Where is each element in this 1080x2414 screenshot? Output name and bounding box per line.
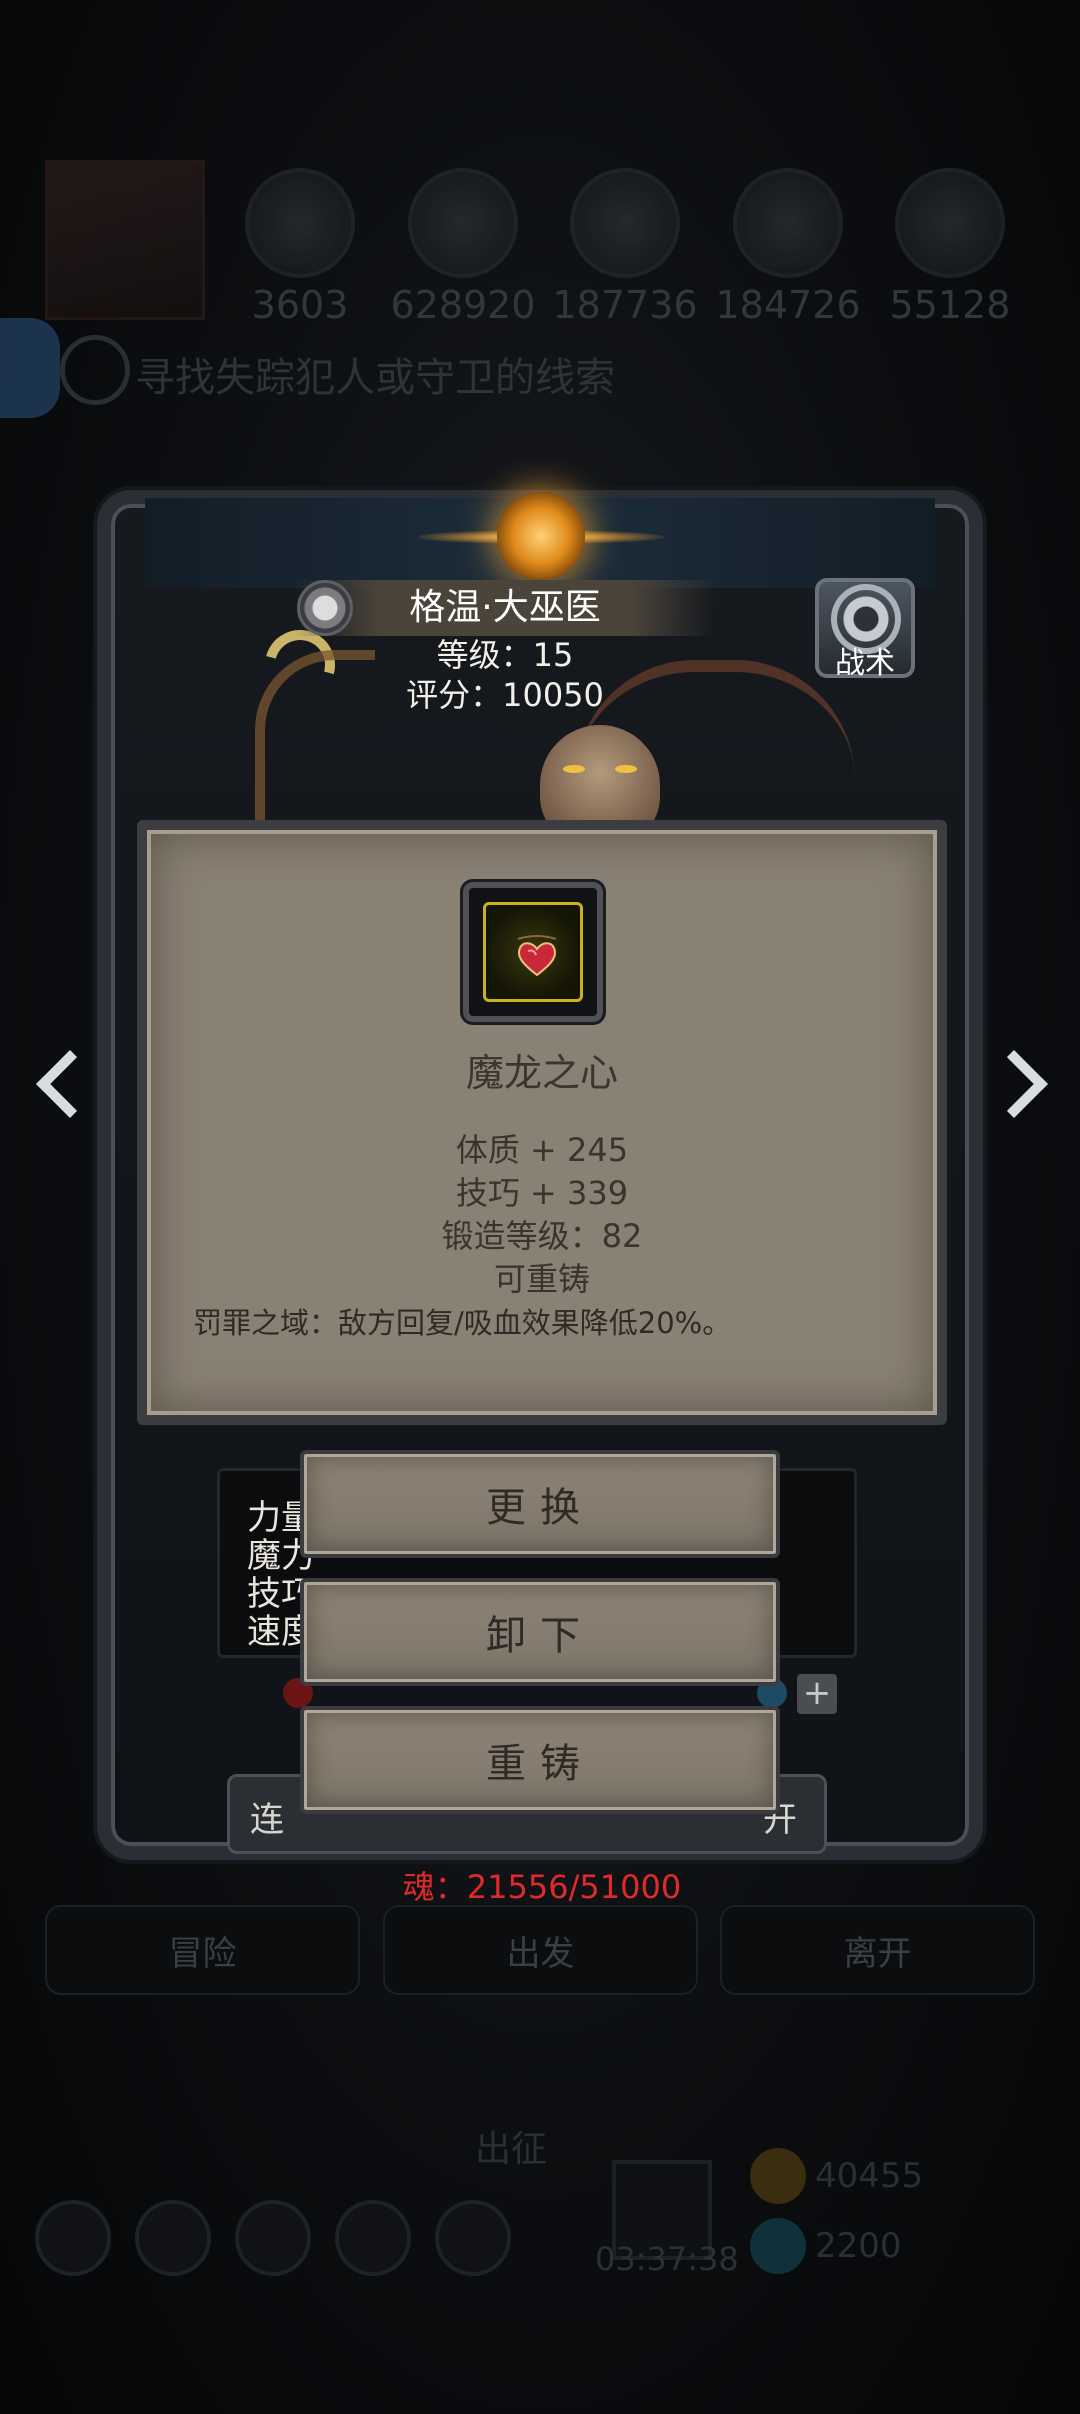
resource-icon-3 xyxy=(570,168,680,278)
dock-icon-4 xyxy=(335,2200,411,2276)
dock-icon-2 xyxy=(135,2200,211,2276)
hero-equipment-dialog: 格温·大巫医 等级：15 评分：10050 战术 魔龙之心 体质 + 245 技… xyxy=(45,430,1035,1920)
resource-value-3: 187736 xyxy=(552,283,698,327)
resource-icon-2 xyxy=(408,168,518,278)
tactics-button[interactable]: 战术 xyxy=(815,578,915,681)
hero-name: 格温·大巫医 xyxy=(409,587,601,628)
item-icon-frame xyxy=(483,902,583,1002)
gold-amount: 40455 xyxy=(815,2156,924,2196)
resource-icon-1 xyxy=(245,168,355,278)
item-effect: 罚罪之域：敌方回复/吸血效果降低20%。 xyxy=(193,1306,732,1340)
gift-timer: 03:37:38 xyxy=(595,2240,739,2278)
hero-score: 评分：10050 xyxy=(406,676,604,714)
player-avatar xyxy=(45,160,205,320)
item-slot xyxy=(463,882,603,1022)
quest-ring-icon xyxy=(60,335,130,405)
soul-counter: 魂：21556/51000 xyxy=(402,1868,682,1906)
dock-icon-5 xyxy=(435,2200,511,2276)
item-forge-level: 锻造等级：82 xyxy=(441,1217,643,1255)
quest-badge-icon xyxy=(0,318,60,418)
march-label: 出征 xyxy=(475,2129,548,2170)
replace-button[interactable]: 更换 xyxy=(300,1450,780,1558)
hero-eye-left xyxy=(563,765,585,773)
resource-icon-4 xyxy=(733,168,843,278)
resource-value-2: 628920 xyxy=(390,283,536,327)
unequip-button[interactable]: 卸下 xyxy=(300,1578,780,1686)
gem-amount: 2200 xyxy=(815,2226,902,2266)
resource-value-5: 55128 xyxy=(889,283,1011,327)
add-stat-button[interactable]: + xyxy=(797,1674,837,1714)
hero-settings-icon[interactable] xyxy=(297,580,353,636)
reforge-button[interactable]: 重铸 xyxy=(300,1706,780,1814)
item-stat-skill: 技巧 + 339 xyxy=(455,1174,629,1212)
hero-eye-right xyxy=(615,765,637,773)
sun-gem-icon xyxy=(497,492,585,580)
quest-text: 寻找失踪犯人或守卫的线索 xyxy=(135,355,615,401)
item-reforgeable: 可重铸 xyxy=(493,1260,590,1298)
gem-icon xyxy=(750,2218,806,2274)
item-name: 魔龙之心 xyxy=(465,1051,618,1095)
tactics-label: 战术 xyxy=(835,646,895,681)
item-stat-constitution: 体质 + 245 xyxy=(455,1131,629,1169)
dragon-heart-necklace-icon xyxy=(517,935,557,977)
continue-label-partial: 连 xyxy=(250,1800,284,1840)
gold-coin-icon xyxy=(750,2148,806,2204)
resource-value-1: 3603 xyxy=(251,283,349,327)
dock-icon-1 xyxy=(35,2200,111,2276)
resource-value-4: 184726 xyxy=(715,283,861,327)
dock-icon-3 xyxy=(235,2200,311,2276)
resource-icon-5 xyxy=(895,168,1005,278)
